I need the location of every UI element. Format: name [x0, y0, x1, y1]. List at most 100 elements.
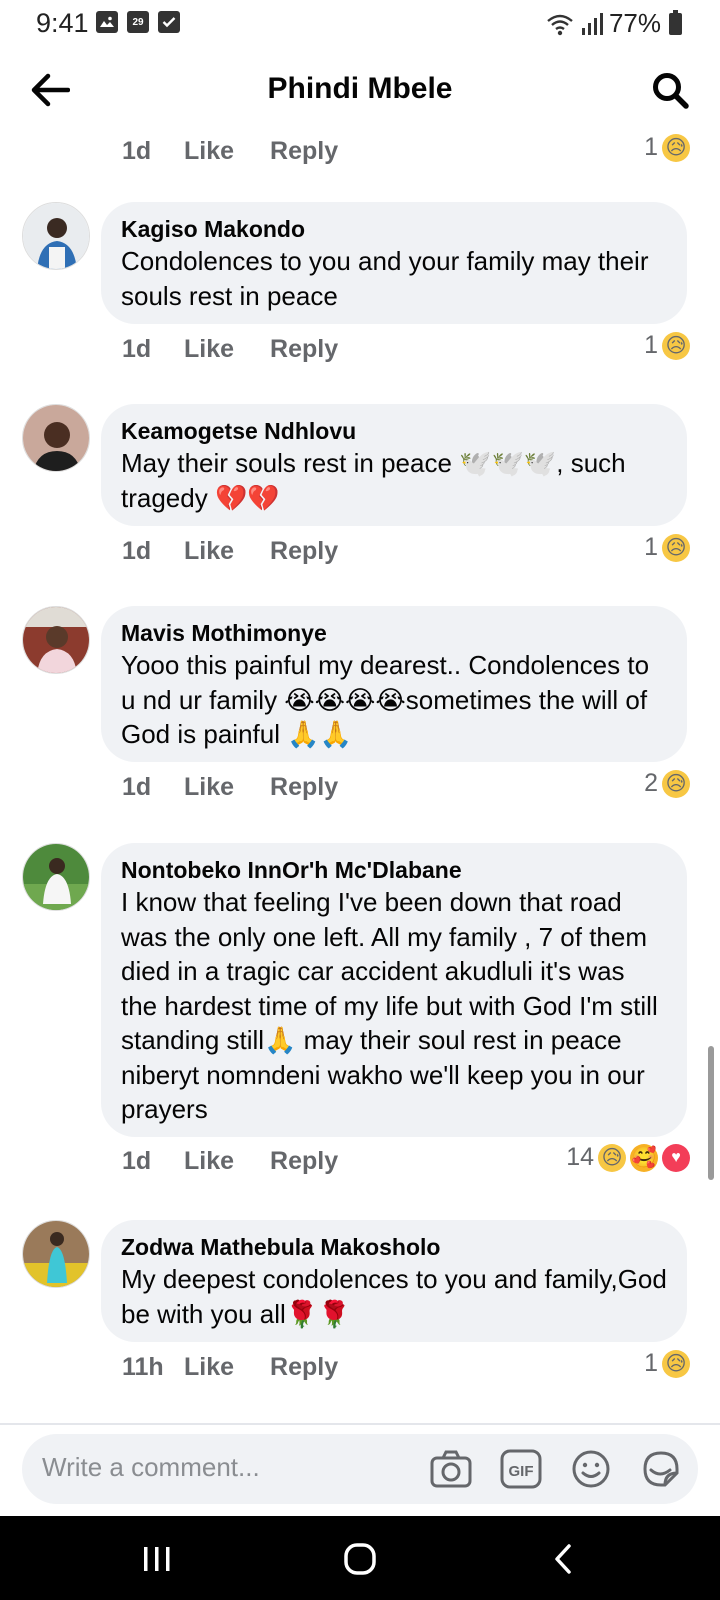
comment-text: My deepest condolences to you and family…	[121, 1264, 667, 1329]
reaction-count: 14	[566, 1143, 594, 1171]
comment-author[interactable]: Keamogetse Ndhlovu	[121, 416, 667, 446]
avatar[interactable]	[22, 202, 90, 270]
status-time: 9:41	[36, 8, 89, 38]
nav-back-button[interactable]	[538, 1534, 588, 1584]
comment-actions: 1d Like Reply 1 😥	[122, 131, 690, 171]
comment-text: May their souls rest in peace 🕊️🕊️🕊️, su…	[121, 448, 626, 513]
comment-time: 1d	[122, 536, 152, 565]
avatar[interactable]	[22, 404, 90, 472]
comment-author[interactable]: Zodwa Mathebula Makosholo	[121, 1232, 667, 1262]
reaction-summary[interactable]: 14 😥 🥰 ♥	[566, 1143, 690, 1172]
sad-reaction-icon: 😥	[662, 1349, 690, 1378]
like-button[interactable]: Like	[184, 1353, 234, 1382]
sticker-button[interactable]	[638, 1446, 684, 1492]
gallery-icon	[96, 11, 118, 33]
checkbox-icon	[158, 11, 180, 33]
like-button[interactable]: Like	[184, 335, 234, 364]
reaction-count: 1	[644, 133, 658, 161]
love-reaction-icon: ♥	[662, 1143, 690, 1172]
comment-actions: 1d Like Reply 2 😥	[122, 767, 690, 807]
comment-bubble[interactable]: Keamogetse Ndhlovu May their souls rest …	[101, 404, 687, 526]
back-icon	[555, 1544, 571, 1574]
reaction-summary[interactable]: 1 😥	[644, 133, 690, 162]
gif-icon: GIF	[500, 1449, 542, 1489]
comment-input[interactable]	[42, 1452, 402, 1483]
scrollbar[interactable]	[708, 1046, 714, 1180]
recents-icon	[144, 1547, 170, 1571]
sad-reaction-icon: 😥	[662, 533, 690, 562]
composer-icons: GIF	[428, 1446, 684, 1492]
comment-author[interactable]: Nontobeko InnOr'h Mc'Dlabane	[121, 855, 667, 885]
comment-text: Condolences to you and your family may t…	[121, 246, 649, 311]
comment-bubble[interactable]: Mavis Mothimonye Yooo this painful my de…	[101, 606, 687, 762]
recents-button[interactable]	[132, 1534, 182, 1584]
like-button[interactable]: Like	[184, 137, 234, 166]
comment-time: 1d	[122, 334, 152, 363]
avatar[interactable]	[22, 1220, 90, 1288]
comment-author[interactable]: Mavis Mothimonye	[121, 618, 667, 648]
status-right: 77%	[545, 8, 682, 39]
reaction-summary[interactable]: 1 😥	[644, 331, 690, 360]
comment-bubble[interactable]: Kagiso Makondo Condolences to you and yo…	[101, 202, 687, 324]
comment-list[interactable]: 1d Like Reply 1 😥 Kagiso Makondo Condole…	[0, 130, 720, 1420]
home-icon	[344, 1543, 376, 1575]
app-header: Phindi Mbele	[0, 46, 720, 136]
comment-actions: 1d Like Reply 14 😥 🥰 ♥	[122, 1141, 690, 1181]
reaction-count: 1	[644, 1349, 658, 1377]
gif-button[interactable]: GIF	[498, 1446, 544, 1492]
reaction-summary[interactable]: 1 😥	[644, 1349, 690, 1378]
reply-button[interactable]: Reply	[270, 1353, 338, 1382]
battery-icon	[669, 9, 682, 35]
comment-actions: 1d Like Reply 1 😥	[122, 329, 690, 369]
reaction-count: 1	[644, 331, 658, 359]
like-button[interactable]: Like	[184, 1147, 234, 1176]
wifi-icon	[547, 14, 573, 35]
sad-reaction-icon: 😥	[662, 331, 690, 360]
reply-button[interactable]: Reply	[270, 137, 338, 166]
like-button[interactable]: Like	[184, 537, 234, 566]
comment-bubble[interactable]: Nontobeko InnOr'h Mc'Dlabane I know that…	[101, 843, 687, 1137]
avatar[interactable]	[22, 843, 90, 911]
notification-icons: 29	[96, 11, 180, 33]
status-bar: 9:41 29 77%	[0, 0, 720, 46]
like-button[interactable]: Like	[184, 773, 234, 802]
comment-time: 11h	[122, 1352, 164, 1381]
comment-actions: 1d Like Reply 1 😥	[122, 531, 690, 571]
comment-time: 1d	[122, 1146, 152, 1175]
reply-button[interactable]: Reply	[270, 335, 338, 364]
camera-icon	[430, 1450, 472, 1488]
reply-button[interactable]: Reply	[270, 773, 338, 802]
search-icon	[653, 73, 689, 109]
comment-time: 1d	[122, 772, 152, 801]
reaction-count: 2	[644, 769, 658, 797]
sad-reaction-icon: 😥	[598, 1143, 626, 1172]
battery-level: 77%	[608, 8, 661, 38]
comment-time: 1d	[122, 136, 152, 165]
calendar-icon: 29	[127, 11, 149, 33]
comment-text: Yooo this painful my dearest.. Condolenc…	[121, 650, 650, 749]
reaction-summary[interactable]: 1 😥	[644, 533, 690, 562]
sticker-icon	[643, 1451, 679, 1487]
navigation-bar	[0, 1516, 720, 1600]
comment-actions: 11h Like Reply 1 😥	[122, 1347, 690, 1387]
camera-button[interactable]	[428, 1446, 474, 1492]
comment-author[interactable]: Kagiso Makondo	[121, 214, 667, 244]
emoji-icon	[572, 1450, 610, 1488]
sad-reaction-icon: 😥	[662, 133, 690, 162]
emoji-button[interactable]	[568, 1446, 614, 1492]
search-button[interactable]	[646, 66, 694, 114]
page-title: Phindi Mbele	[267, 72, 453, 105]
sad-reaction-icon: 😥	[662, 769, 690, 798]
comment-text: I know that feeling I've been down that …	[121, 887, 658, 1124]
reaction-summary[interactable]: 2 😥	[644, 769, 690, 798]
svg-text:GIF: GIF	[509, 1463, 534, 1480]
avatar[interactable]	[22, 606, 90, 674]
home-button[interactable]	[335, 1534, 385, 1584]
signal-icon	[581, 12, 603, 35]
comment-bubble[interactable]: Zodwa Mathebula Makosholo My deepest con…	[101, 1220, 687, 1342]
comment-composer: GIF	[22, 1434, 698, 1504]
reaction-count: 1	[644, 533, 658, 561]
reply-button[interactable]: Reply	[270, 1147, 338, 1176]
divider	[0, 1423, 720, 1425]
reply-button[interactable]: Reply	[270, 537, 338, 566]
